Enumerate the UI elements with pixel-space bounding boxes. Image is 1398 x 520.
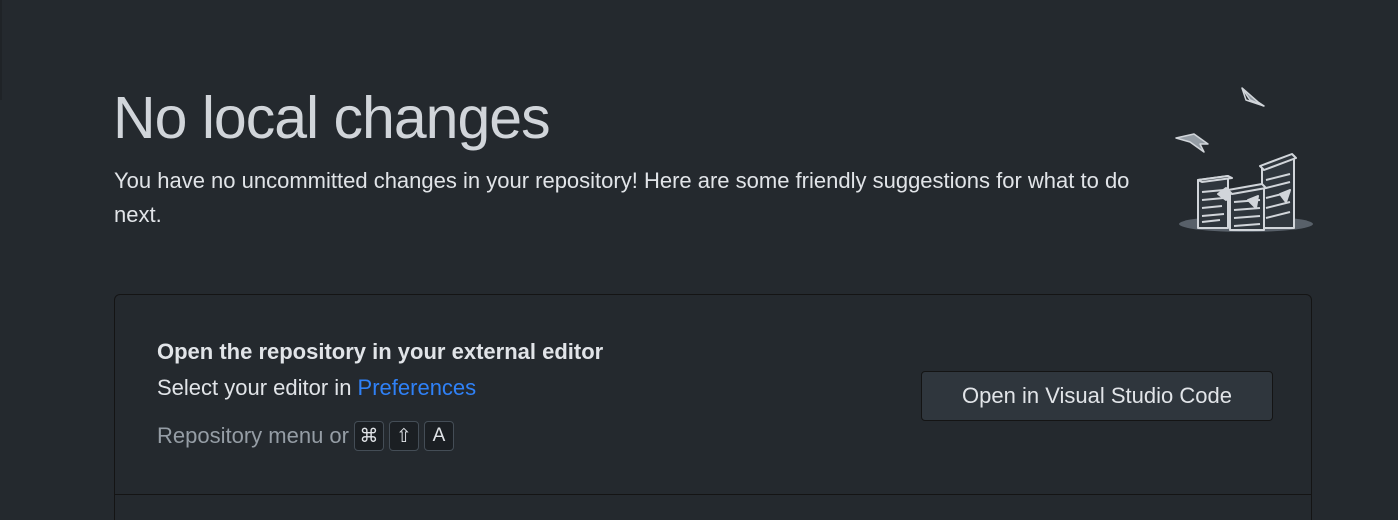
shift-key-icon: ⇧ bbox=[388, 421, 419, 451]
no-changes-view: No local changes You have no uncommitted… bbox=[0, 0, 1398, 520]
page-title: No local changes bbox=[113, 85, 551, 151]
keyboard-shortcut-hint: Repository menu or ⌘ ⇧ A bbox=[157, 421, 454, 451]
page-subtitle: You have no uncommitted changes in your … bbox=[114, 168, 1130, 227]
card-divider bbox=[115, 494, 1311, 495]
suggestion-title: Open the repository in your external edi… bbox=[157, 339, 604, 364]
suggestion-card: Open the repository in your external edi… bbox=[114, 294, 1312, 520]
a-key: A bbox=[423, 421, 454, 451]
suggestion-description-text: Select your editor in bbox=[157, 375, 358, 400]
preferences-link[interactable]: Preferences bbox=[358, 375, 477, 400]
command-key-icon: ⌘ bbox=[353, 421, 384, 451]
suggestion-description: Select your editor in Preferences bbox=[157, 375, 476, 401]
sidebar-edge bbox=[0, 0, 2, 100]
paper-stacks-icon bbox=[1175, 87, 1313, 232]
open-in-editor-button[interactable]: Open in Visual Studio Code bbox=[921, 371, 1273, 421]
shortcut-label: Repository menu or bbox=[157, 423, 349, 448]
